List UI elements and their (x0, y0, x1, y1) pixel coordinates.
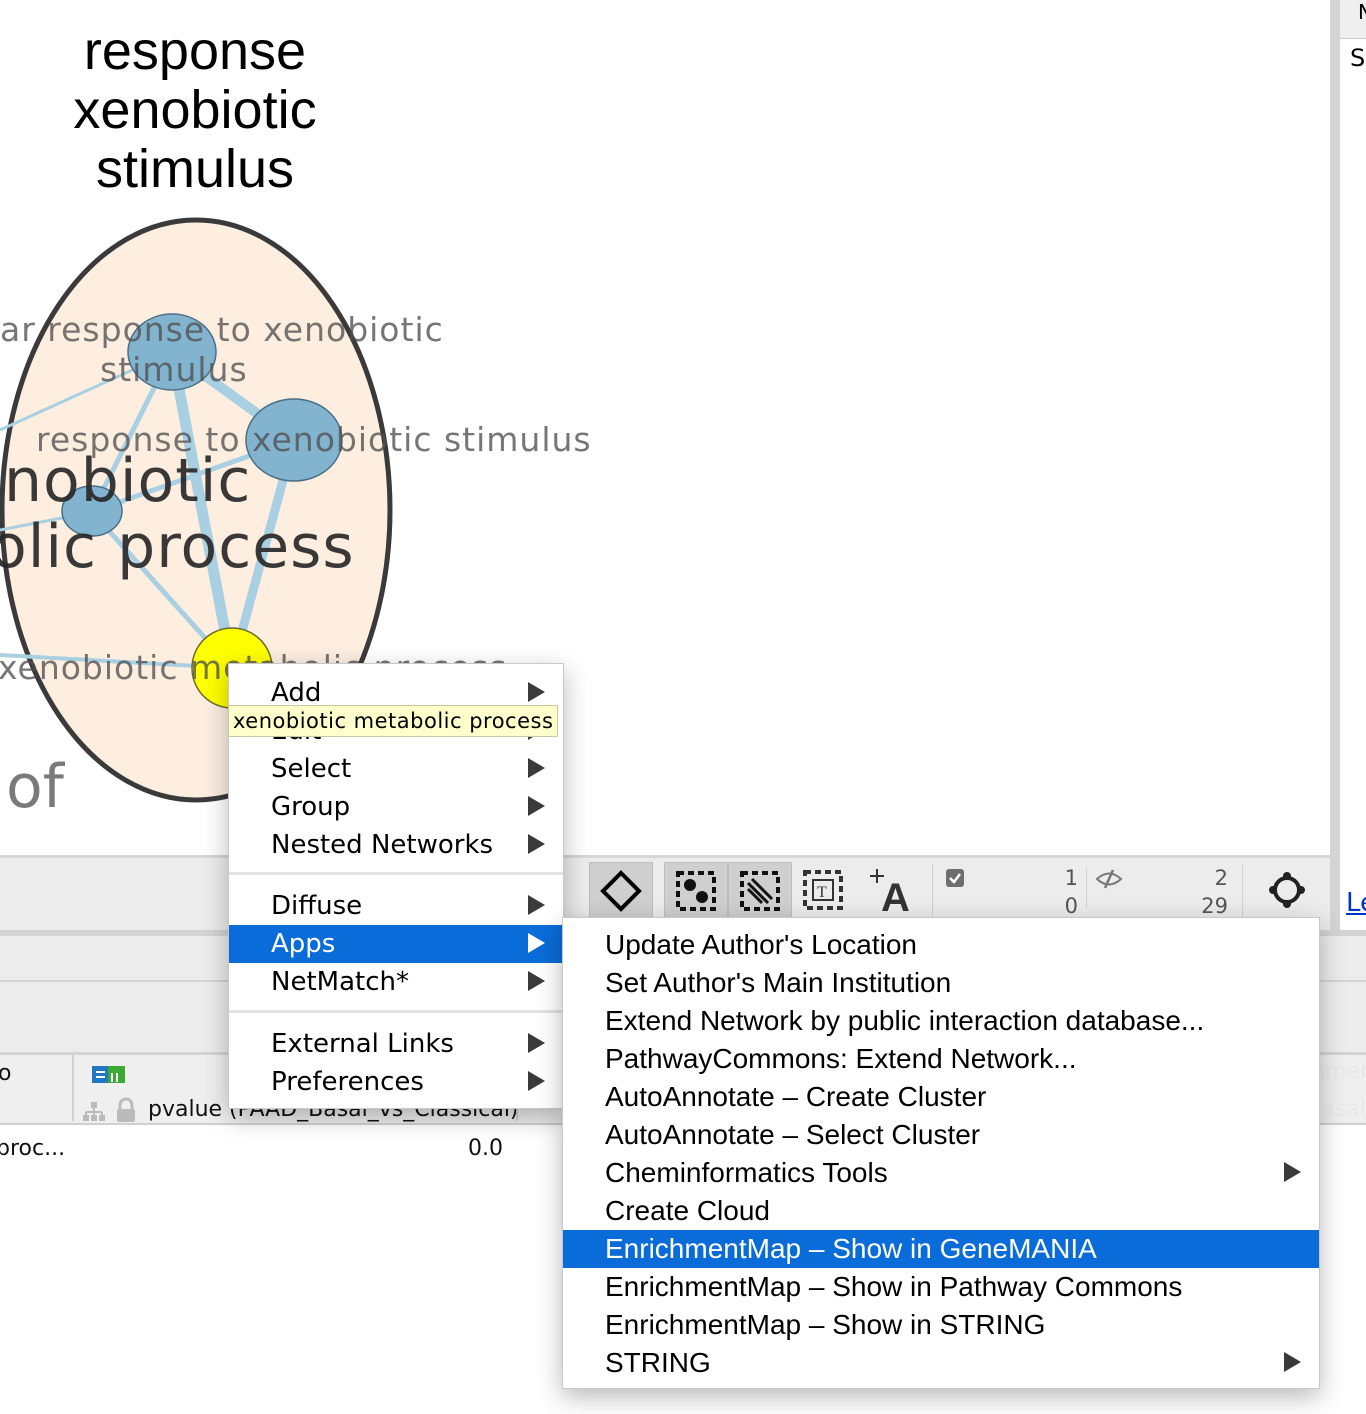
submenu-arrow-icon (528, 1071, 545, 1091)
menu-item-label: Diffuse (271, 891, 363, 921)
fit-content-button[interactable] (1256, 862, 1318, 918)
menu-item-label: Set Author's Main Institution (605, 967, 952, 998)
menu-item-nested-networks[interactable]: Nested Networks (229, 826, 563, 864)
lock-icon (117, 1097, 135, 1122)
submenu-item-pathwaycommons-extend[interactable]: PathwayCommons: Extend Network... (563, 1040, 1319, 1078)
menu-separator (229, 872, 563, 875)
submenu-arrow-icon (528, 933, 545, 953)
annotation-selection-icon: T (803, 870, 843, 910)
selected-edges-count: 0 (1064, 894, 1078, 918)
submenu-item-create-cloud[interactable]: Create Cloud (563, 1192, 1319, 1230)
menu-item-label: Nested Networks (271, 830, 494, 860)
enrichmentmap-logo-icon (92, 1066, 125, 1083)
menu-item-label: PathwayCommons: Extend Network... (605, 1043, 1077, 1074)
submenu-arrow-icon (528, 895, 545, 915)
menu-item-label: Add (271, 678, 322, 708)
submenu-item-em-genemania[interactable]: EnrichmentMap – Show in GeneMANIA (563, 1230, 1319, 1268)
hidden-eye-icon (1095, 869, 1123, 889)
menu-item-label: Cheminformatics Tools (605, 1157, 888, 1188)
network-column-icon (83, 1102, 105, 1121)
menu-item-label: External Links (271, 1029, 454, 1059)
node-label-partial: of (6, 752, 64, 822)
menu-item-netmatch[interactable]: NetMatch* (229, 963, 563, 1001)
submenu-arrow-icon (528, 796, 545, 816)
submenu-item-update-author-location[interactable]: Update Author's Location (563, 926, 1319, 964)
menu-item-external-links[interactable]: External Links (229, 1025, 563, 1063)
submenu-item-set-author-institution[interactable]: Set Author's Main Institution (563, 964, 1319, 1002)
menu-item-label: Update Author's Location (605, 929, 918, 960)
diamond-icon (600, 870, 642, 912)
menu-item-group[interactable]: Group (229, 788, 563, 826)
menu-item-label: STRING (605, 1347, 711, 1378)
toolbar-separator (1242, 864, 1243, 918)
menu-item-label: EnrichmentMap – Show in Pathway Commons (605, 1271, 1183, 1302)
node-tooltip: xenobiotic metabolic process (228, 705, 559, 737)
submenu-arrow-icon (1284, 1162, 1301, 1182)
right-results-panel: N Se Le (1340, 0, 1366, 930)
menu-item-select[interactable]: Select (229, 750, 563, 788)
edge-selection-icon (740, 871, 780, 911)
node-label-large: olic process (0, 512, 355, 582)
select-nodes-button[interactable] (664, 862, 728, 920)
submenu-item-em-pathway-commons[interactable]: EnrichmentMap – Show in Pathway Commons (563, 1268, 1319, 1306)
menu-item-label: EnrichmentMap – Show in GeneMANIA (605, 1233, 1097, 1264)
toolbar-separator (1086, 868, 1087, 908)
submenu-item-em-string[interactable]: EnrichmentMap – Show in STRING (563, 1306, 1319, 1344)
menu-item-preferences[interactable]: Preferences (229, 1063, 563, 1101)
submenu-arrow-icon (1284, 1352, 1301, 1372)
submenu-item-string[interactable]: STRING (563, 1344, 1319, 1382)
menu-separator (229, 1010, 563, 1013)
menu-item-label: Select (271, 754, 352, 784)
submenu-item-cheminformatics[interactable]: Cheminformatics Tools (563, 1154, 1319, 1192)
submenu-arrow-icon (528, 834, 545, 854)
select-annotations-button[interactable]: T (792, 862, 854, 918)
selected-nodes-count: 1 (1064, 866, 1078, 890)
menu-item-apps[interactable]: Apps (229, 925, 563, 963)
menu-item-label: EnrichmentMap – Show in STRING (605, 1309, 1046, 1340)
column-header-partial[interactable]: o (0, 1061, 11, 1086)
move-labels-button[interactable]: A (858, 862, 920, 918)
show-graphics-details-button[interactable] (589, 862, 653, 920)
menu-item-label: NetMatch* (271, 967, 409, 997)
panel-header-text: N (1358, 0, 1366, 24)
panel-link[interactable]: Le (1346, 888, 1366, 918)
submenu-arrow-icon (528, 758, 545, 778)
menu-item-label: Apps (271, 929, 336, 959)
selected-checkbox-icon (946, 869, 964, 887)
crosshair-icon (1269, 872, 1305, 908)
panel-row-text: Se (1350, 44, 1366, 72)
svg-text:A: A (881, 876, 910, 915)
menu-item-label: Create Cloud (605, 1195, 770, 1226)
submenu-item-autoannotate-create[interactable]: AutoAnnotate – Create Cluster (563, 1078, 1319, 1116)
hidden-edges-count: 29 (1201, 894, 1228, 918)
submenu-arrow-icon (528, 1033, 545, 1053)
menu-item-label: AutoAnnotate – Create Cluster (605, 1081, 987, 1112)
network-canvas[interactable]: response xenobiotic stimulus nobiotic ol… (0, 0, 1330, 855)
svg-text:T: T (817, 884, 827, 901)
table-cell-name[interactable]: proc... (0, 1136, 65, 1161)
panel-divider[interactable] (1330, 0, 1340, 930)
move-label-icon: A (870, 869, 910, 915)
panel-header: N (1340, 0, 1366, 39)
toolbar-separator (932, 864, 933, 918)
node-label: ar response to xenobiotic (0, 310, 444, 349)
submenu-item-autoannotate-select[interactable]: AutoAnnotate – Select Cluster (563, 1116, 1319, 1154)
node-selection-icon (676, 871, 716, 911)
menu-item-label: Group (271, 792, 351, 822)
select-edges-button[interactable] (728, 862, 792, 920)
submenu-arrow-icon (528, 971, 545, 991)
apps-submenu: Update Author's Location Set Author's Ma… (562, 917, 1320, 1389)
menu-item-diffuse[interactable]: Diffuse (229, 887, 563, 925)
menu-item-label: Preferences (271, 1067, 424, 1097)
submenu-item-extend-network-database[interactable]: Extend Network by public interaction dat… (563, 1002, 1319, 1040)
menu-item-label: AutoAnnotate – Select Cluster (605, 1119, 981, 1150)
node-label: response to xenobiotic stimulus (36, 420, 592, 459)
hidden-nodes-count: 2 (1214, 866, 1228, 890)
column-divider[interactable] (72, 1055, 74, 1121)
table-cell-pvalue[interactable]: 0.0 (468, 1136, 503, 1161)
node-label: stimulus (100, 350, 248, 389)
menu-item-label: Extend Network by public interaction dat… (605, 1005, 1205, 1036)
submenu-arrow-icon (528, 682, 545, 702)
